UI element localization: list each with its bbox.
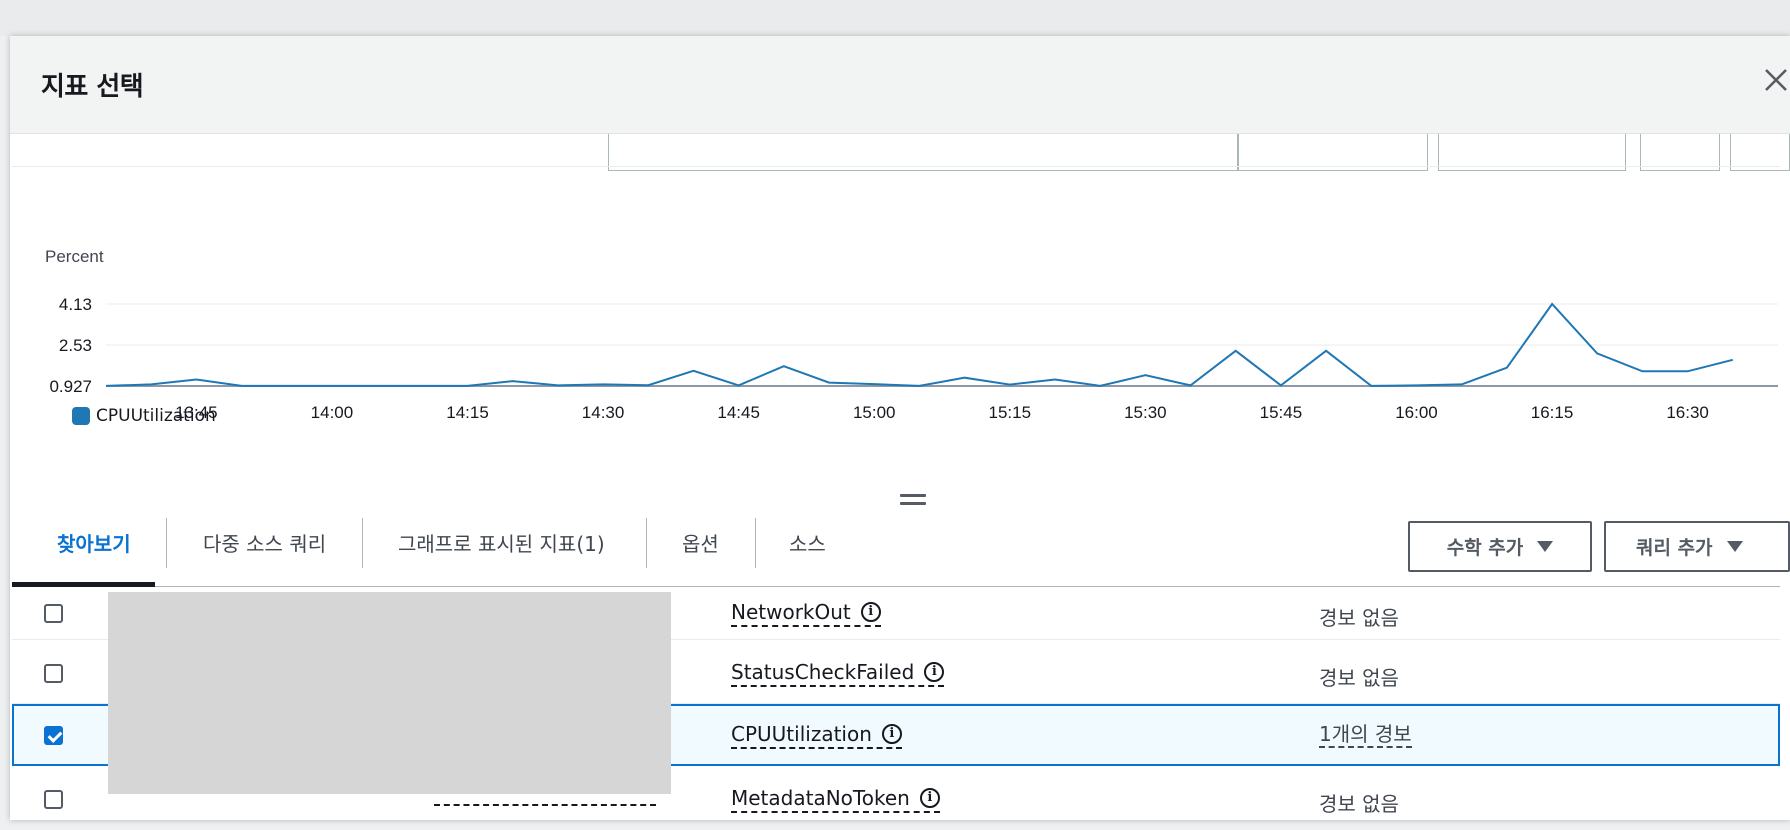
toolbar-fragments [10, 134, 1790, 202]
active-tab-indicator [12, 582, 155, 587]
y-tick-label: 4.13 [59, 295, 92, 314]
redacted-region [108, 592, 671, 794]
x-tick-label: 16:00 [1395, 403, 1438, 422]
legend-label: CPUUtilization [96, 406, 216, 426]
tab-separator [755, 518, 756, 568]
metric-name-text: MetadataNoToken [731, 786, 910, 810]
x-tick-label: 15:15 [989, 403, 1032, 422]
row-checkbox-checked[interactable] [44, 726, 63, 745]
resize-handle-icon[interactable] [900, 494, 926, 506]
x-tick-label: 15:45 [1260, 403, 1303, 422]
metric-name-link[interactable]: StatusCheckFailed i [731, 660, 945, 687]
alarm-link[interactable]: 1개의 경보 [1319, 722, 1412, 748]
tab-graphed-metrics[interactable]: 그래프로 표시된 지표(1) [398, 528, 605, 557]
metric-name-link[interactable]: CPUUtilization i [731, 722, 902, 749]
add-math-label: 수학 추가 [1446, 537, 1524, 559]
caret-down-icon [1726, 541, 1743, 552]
y-tick-label: 2.53 [59, 336, 92, 355]
close-icon[interactable] [1762, 66, 1790, 94]
metric-name-link[interactable]: MetadataNoToken i [731, 786, 940, 813]
tab-separator [646, 518, 647, 568]
tab-browse[interactable]: 찾아보기 [57, 528, 131, 557]
add-query-button[interactable]: 쿼리 추가 [1604, 521, 1790, 572]
y-tick-label: 0.927 [49, 377, 92, 396]
x-tick-label: 14:00 [311, 403, 354, 422]
alarm-status: 경보 없음 [1319, 606, 1399, 630]
caret-down-icon [1537, 541, 1554, 552]
add-math-button[interactable]: 수학 추가 [1408, 521, 1592, 572]
tab-options[interactable]: 옵션 [682, 528, 719, 557]
info-icon[interactable]: i [881, 724, 902, 744]
x-tick-label: 14:45 [717, 403, 760, 422]
info-icon[interactable]: i [919, 788, 940, 808]
tab-source[interactable]: 소스 [789, 528, 826, 557]
metric-name-text: StatusCheckFailed [731, 660, 915, 684]
instance-id-link-fragment[interactable] [434, 804, 656, 808]
x-tick-label: 14:30 [582, 403, 625, 422]
y-axis-label: Percent [45, 247, 104, 266]
info-icon[interactable]: i [924, 662, 945, 682]
add-query-label: 쿼리 추가 [1636, 537, 1713, 559]
alarm-status: 경보 없음 [1319, 666, 1399, 690]
x-tick-label: 15:30 [1124, 403, 1167, 422]
tab-separator [362, 518, 363, 568]
row-checkbox[interactable] [44, 604, 63, 623]
toolbar-divider [12, 166, 1780, 167]
page-backdrop [0, 0, 1790, 36]
cpu-line-chart: Percent4.132.530.92713:45 14:00 14:15 14:30… [45, 247, 1778, 422]
metric-name-link[interactable]: NetworkOut i [731, 600, 881, 627]
alarm-status: 경보 없음 [1319, 792, 1399, 816]
modal-title: 지표 선택 [41, 72, 144, 102]
modal-header: 지표 선택 [10, 36, 1790, 134]
row-checkbox[interactable] [44, 790, 63, 809]
row-checkbox[interactable] [44, 664, 63, 683]
x-tick-label: 16:30 [1666, 403, 1709, 422]
tab-separator [166, 518, 167, 568]
chart-legend[interactable]: CPUUtilization [72, 406, 216, 426]
info-icon[interactable]: i [860, 602, 881, 622]
x-tick-label: 14:15 [446, 403, 489, 422]
metric-name-text: CPUUtilization [731, 722, 872, 746]
tab-multi-source-query[interactable]: 다중 소스 쿼리 [203, 528, 326, 557]
x-tick-label: 16:15 [1531, 403, 1574, 422]
x-tick-label: 15:00 [853, 403, 896, 422]
legend-swatch [72, 407, 90, 425]
metric-name-text: NetworkOut [731, 600, 851, 624]
